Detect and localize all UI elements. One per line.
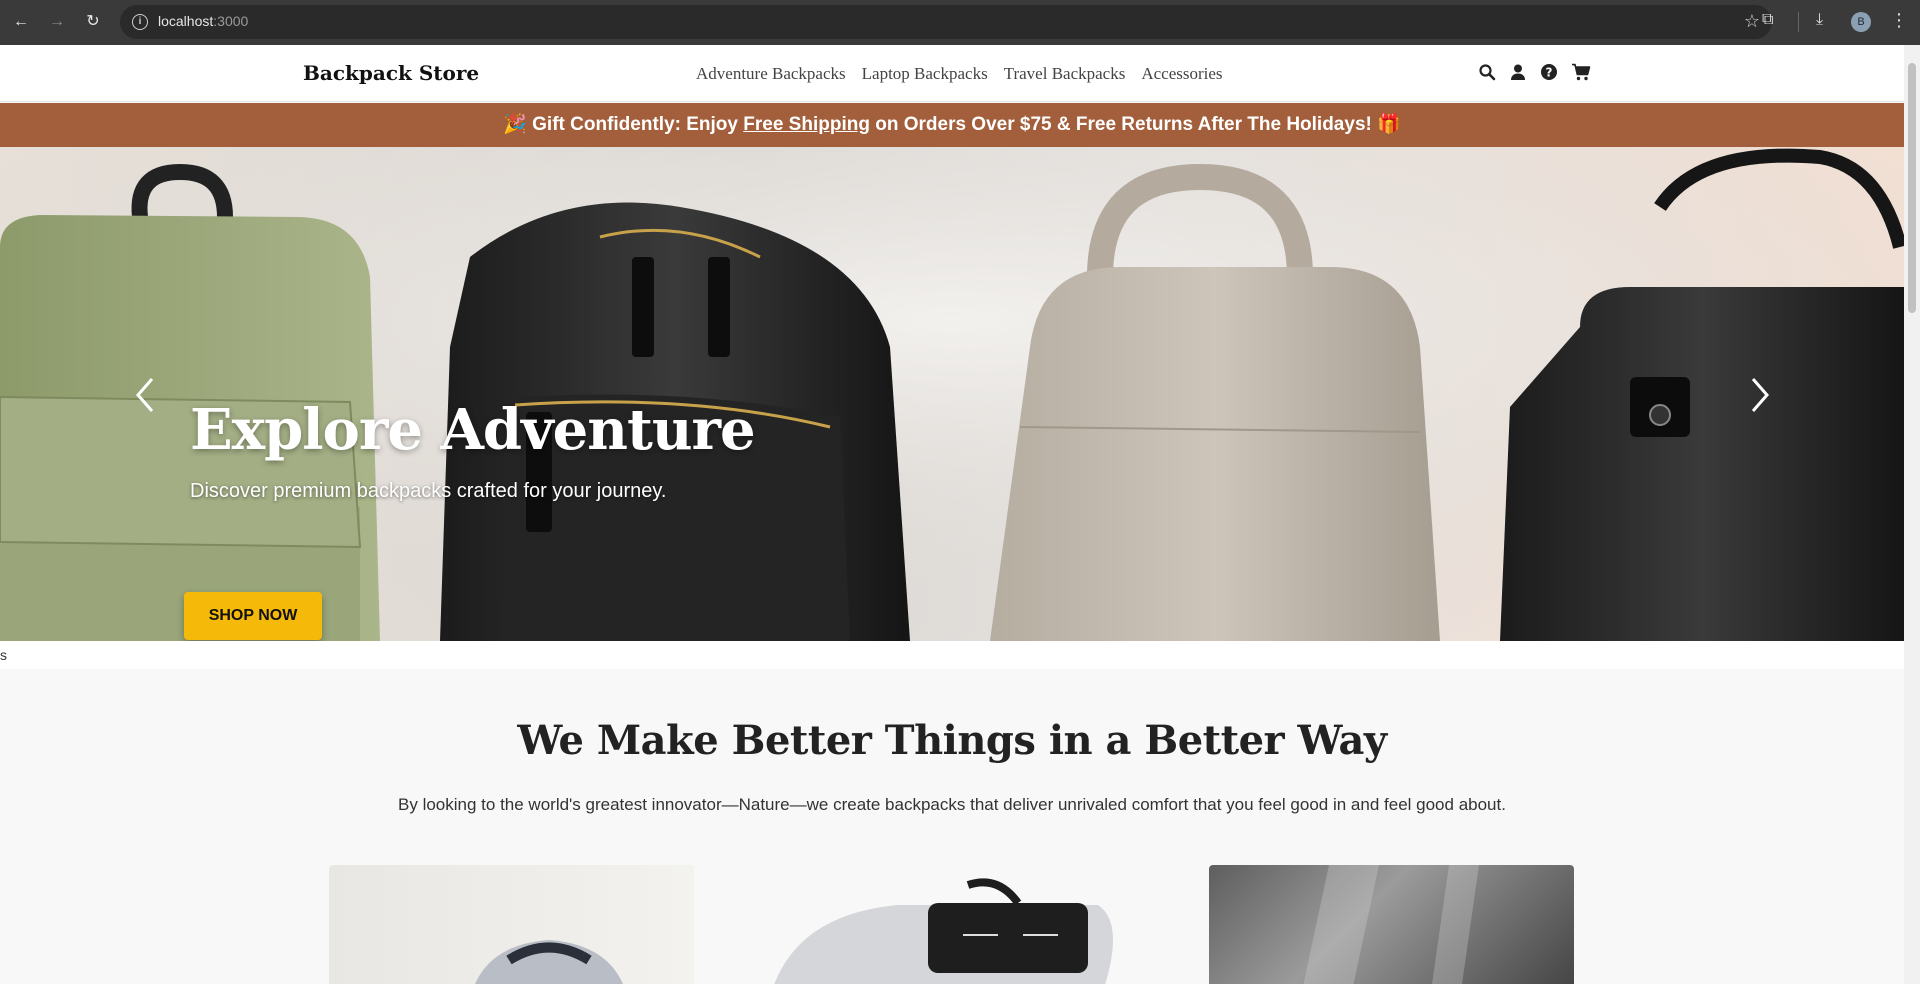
card-1-image	[475, 940, 623, 984]
svg-text:?: ?	[1546, 66, 1553, 80]
promo-banner: 🎉 Gift Confidently: Enjoy Free Shipping …	[0, 103, 1904, 147]
shop-now-button[interactable]: SHOP NOW	[184, 592, 322, 640]
menu-kebab-icon[interactable]: ⋮	[1890, 10, 1908, 31]
section-lede: By looking to the world's greatest innov…	[398, 795, 1506, 814]
main-nav: Adventure Backpacks Laptop Backpacks Tra…	[696, 64, 1223, 84]
feature-card-1[interactable]	[329, 865, 694, 984]
forward-icon[interactable]: →	[46, 11, 68, 33]
back-icon[interactable]: ←	[10, 11, 32, 33]
cart-icon[interactable]	[1571, 63, 1591, 81]
content-strip	[0, 641, 1904, 669]
feature-card-3[interactable]	[1209, 865, 1574, 984]
nav-travel-backpacks[interactable]: Travel Backpacks	[1004, 64, 1126, 84]
section-title: We Make Better Things in a Better Way	[517, 717, 1387, 764]
card-3-image	[1303, 865, 1479, 984]
stray-text: s	[0, 647, 7, 663]
hero-subtitle: Discover premium backpacks crafted for y…	[190, 480, 667, 502]
feature-card-2[interactable]	[768, 865, 1133, 984]
toolbar-divider	[1798, 12, 1799, 32]
carousel-next-icon[interactable]	[1745, 375, 1775, 415]
reload-icon[interactable]: ↻	[82, 11, 104, 33]
carousel-prev-icon[interactable]	[130, 375, 160, 415]
card-2-image	[774, 878, 1113, 984]
free-shipping-link[interactable]: Free Shipping	[743, 114, 870, 135]
page-scrollbar[interactable]	[1904, 45, 1920, 984]
url-text: localhost:3000	[158, 13, 249, 29]
help-icon[interactable]: ?	[1540, 63, 1558, 81]
page-viewport: Backpack Store Adventure Backpacks Lapto…	[0, 45, 1904, 984]
nav-adventure-backpacks[interactable]: Adventure Backpacks	[696, 64, 846, 84]
user-icon[interactable]	[1509, 63, 1527, 81]
header-icons: ?	[1478, 63, 1591, 81]
hero-title: Explore Adventure	[190, 397, 756, 463]
gift-emoji: 🎁	[1377, 114, 1401, 135]
promo-text-end: on Orders Over $75 & Free Returns After …	[869, 114, 1378, 135]
bookmark-star-icon[interactable]: ☆	[1744, 11, 1760, 32]
address-bar[interactable]: i localhost:3000 ☆	[120, 5, 1772, 39]
nav-accessories[interactable]: Accessories	[1141, 64, 1222, 84]
download-icon[interactable]: ⤓	[1816, 11, 1823, 29]
profile-avatar[interactable]: B	[1851, 12, 1871, 32]
browser-toolbar: ← → ↻ i localhost:3000 ☆ ⧉ ⤓ B ⋮	[0, 0, 1920, 45]
search-icon[interactable]	[1478, 63, 1496, 81]
party-emoji: 🎉	[503, 114, 527, 135]
nav-laptop-backpacks[interactable]: Laptop Backpacks	[862, 64, 988, 84]
hero-carousel: Explore Adventure Discover premium backp…	[0, 147, 1904, 641]
scrollbar-thumb[interactable]	[1908, 63, 1916, 313]
hero-backpacks-image	[0, 147, 1904, 641]
site-info-icon[interactable]: i	[132, 14, 148, 30]
site-header: Backpack Store Adventure Backpacks Lapto…	[0, 45, 1904, 102]
promo-text-start: Gift Confidently: Enjoy	[532, 114, 744, 135]
brand-logo[interactable]: Backpack Store	[303, 61, 479, 85]
extensions-icon[interactable]: ⧉	[1762, 11, 1773, 29]
